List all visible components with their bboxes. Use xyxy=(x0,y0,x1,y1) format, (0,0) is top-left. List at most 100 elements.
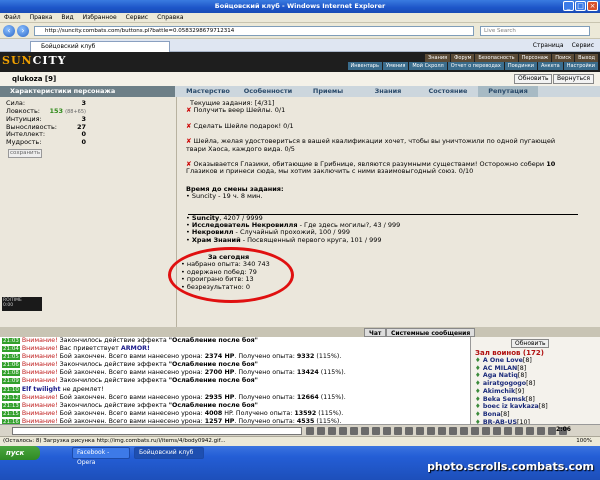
chat-tool-icon[interactable] xyxy=(405,427,413,435)
chat-tool-icon[interactable] xyxy=(548,427,556,435)
chat-timestamp[interactable]: 21:09 xyxy=(2,378,20,385)
close-button[interactable]: × xyxy=(587,1,598,11)
chat-timestamp[interactable]: 21:06 xyxy=(2,362,20,369)
player-item[interactable]: ♦ boec iz kavkaza[8] xyxy=(475,403,595,411)
top-nav-item[interactable]: Выход xyxy=(575,54,598,62)
menu-item[interactable]: Правка xyxy=(30,13,53,22)
chat-tool-icon[interactable] xyxy=(306,427,314,435)
back-arrow-icon[interactable]: ‹ xyxy=(3,25,15,37)
profile-tab[interactable]: Репутация xyxy=(478,86,538,97)
sub-nav-item[interactable]: Мой Скролл xyxy=(409,62,447,70)
address-input[interactable]: http://suncity.combats.com/buttons.pl?ba… xyxy=(34,26,474,36)
chat-tool-icon[interactable] xyxy=(482,427,490,435)
chat-tool-icon[interactable] xyxy=(471,427,479,435)
character-name[interactable]: qlukoza [9] xyxy=(12,75,56,83)
top-nav-item[interactable]: Поиск xyxy=(552,54,575,62)
player-item[interactable]: ♦ Akimchik[9] xyxy=(475,388,595,396)
minimize-button[interactable]: _ xyxy=(563,1,574,11)
save-stats-button[interactable]: сохранить xyxy=(8,149,42,158)
chat-toolbar xyxy=(306,427,567,435)
forward-arrow-icon[interactable]: › xyxy=(17,25,29,37)
top-nav-item[interactable]: Знания xyxy=(425,54,451,62)
chat-tab-bar: Чат Системные сообщения xyxy=(0,327,600,337)
chat-timestamp[interactable]: 21:04 xyxy=(2,346,20,353)
start-button[interactable]: пуск xyxy=(0,446,40,460)
chat-text: HP. Получено опыта: xyxy=(222,409,295,417)
zoom-level[interactable]: 100% xyxy=(576,437,592,446)
chat-text: (115%). xyxy=(314,353,342,361)
browser-tab[interactable]: Бойцовский клуб xyxy=(30,41,170,52)
chat-tool-icon[interactable] xyxy=(438,427,446,435)
chat-tool-icon[interactable] xyxy=(460,427,468,435)
refresh-button[interactable]: Обновить xyxy=(514,74,553,84)
menu-item[interactable]: Файл xyxy=(4,13,21,22)
menu-item[interactable]: Справка xyxy=(157,13,183,22)
sub-nav-item[interactable]: Анкета xyxy=(537,62,563,70)
player-item[interactable]: ♦ AC MILAN[8] xyxy=(475,365,595,373)
tab-system-messages[interactable]: Системные сообщения xyxy=(386,328,476,337)
chat-timestamp[interactable]: 21:13 xyxy=(2,402,20,409)
search-input[interactable]: Live Search xyxy=(480,26,590,36)
player-item[interactable]: ♦ Aga Natiq[8] xyxy=(475,372,595,380)
chat-timestamp[interactable]: 21:12 xyxy=(2,394,20,401)
chat-tool-icon[interactable] xyxy=(383,427,391,435)
chat-tool-icon[interactable] xyxy=(339,427,347,435)
chat-tool-icon[interactable] xyxy=(537,427,545,435)
chat-log: 21:03 Внимание! Закончилось действие эффе… xyxy=(0,337,470,424)
chat-text: Внимание! xyxy=(21,377,58,385)
top-nav: Знания Форум Безопасность Персонаж Поиск Выхо… xyxy=(425,54,598,62)
chat-tool-icon[interactable] xyxy=(394,427,402,435)
column-divider xyxy=(176,97,177,327)
chat-tool-icon[interactable] xyxy=(361,427,369,435)
chat-timestamp[interactable]: 21:10 xyxy=(2,386,20,393)
top-nav-item[interactable]: Безопасность xyxy=(475,54,518,62)
top-nav-item[interactable]: Персонаж xyxy=(518,54,552,62)
chat-input[interactable] xyxy=(12,427,302,435)
chat-tool-icon[interactable] xyxy=(504,427,512,435)
profile-tab[interactable]: Особенности xyxy=(238,86,298,97)
chat-tool-icon[interactable] xyxy=(449,427,457,435)
chat-tool-icon[interactable] xyxy=(416,427,424,435)
return-button[interactable]: Вернуться xyxy=(553,74,595,84)
taskbar-item-opera[interactable]: Facebook - Opera xyxy=(72,447,130,466)
sub-nav-item[interactable]: Поединки xyxy=(504,62,537,70)
refresh-players-button[interactable]: Обновить xyxy=(511,339,550,348)
page-menu[interactable]: Страница xyxy=(533,41,564,51)
chat-tool-icon[interactable] xyxy=(515,427,523,435)
chat-tool-icon[interactable] xyxy=(328,427,336,435)
menu-item[interactable]: Сервис xyxy=(126,13,148,22)
reputation-list: • Suncity, 4207 / 9999 • Исследователь Не… xyxy=(186,214,598,245)
chat-timestamp[interactable]: 21:15 xyxy=(2,410,20,417)
sub-nav-item[interactable]: Инвентарь xyxy=(347,62,382,70)
chat-tool-icon[interactable] xyxy=(526,427,534,435)
chat-tool-icon[interactable] xyxy=(372,427,380,435)
profile-tab[interactable]: Знания xyxy=(358,86,418,97)
chat-tool-icon[interactable] xyxy=(493,427,501,435)
player-item[interactable]: ♦ A One Love[8] xyxy=(475,357,595,365)
top-nav-item[interactable]: Форум xyxy=(451,54,475,62)
menu-item[interactable]: Избранное xyxy=(83,13,117,22)
sub-nav-item[interactable]: Отчет о переводах xyxy=(447,62,504,70)
tab-chat[interactable]: Чат xyxy=(364,328,387,337)
sub-nav-item[interactable]: Умения xyxy=(382,62,409,70)
maximize-button[interactable]: □ xyxy=(575,1,586,11)
sub-nav-item[interactable]: Настройки xyxy=(563,62,598,70)
player-icon: ♦ xyxy=(475,410,483,418)
chat-text: Бой закончен. Всего вами нанесено урона: xyxy=(57,353,205,361)
profile-tab[interactable]: Приемы xyxy=(298,86,358,97)
chat-tool-icon[interactable] xyxy=(350,427,358,435)
chat-tool-icon[interactable] xyxy=(427,427,435,435)
chat-timestamp[interactable]: 21:08 xyxy=(2,370,20,377)
player-item[interactable]: ♦ Beka Semsk[8] xyxy=(475,396,595,404)
chat-timestamp[interactable]: 21:05 xyxy=(2,354,20,361)
player-item[interactable]: ♦ airatgogogo[8] xyxy=(475,380,595,388)
player-icon: ♦ xyxy=(475,395,483,403)
chat-tool-icon[interactable] xyxy=(317,427,325,435)
profile-tab[interactable]: Состояние xyxy=(418,86,478,97)
profile-tab[interactable]: Мастерство xyxy=(178,86,238,97)
player-item[interactable]: ♦ Bona[8] xyxy=(475,411,595,419)
tools-menu[interactable]: Сервис xyxy=(572,41,594,51)
menu-item[interactable]: Вид xyxy=(61,13,73,22)
taskbar-item-ie[interactable]: Бойцовский клуб xyxy=(134,447,204,459)
chat-timestamp[interactable]: 21:03 xyxy=(2,338,20,344)
